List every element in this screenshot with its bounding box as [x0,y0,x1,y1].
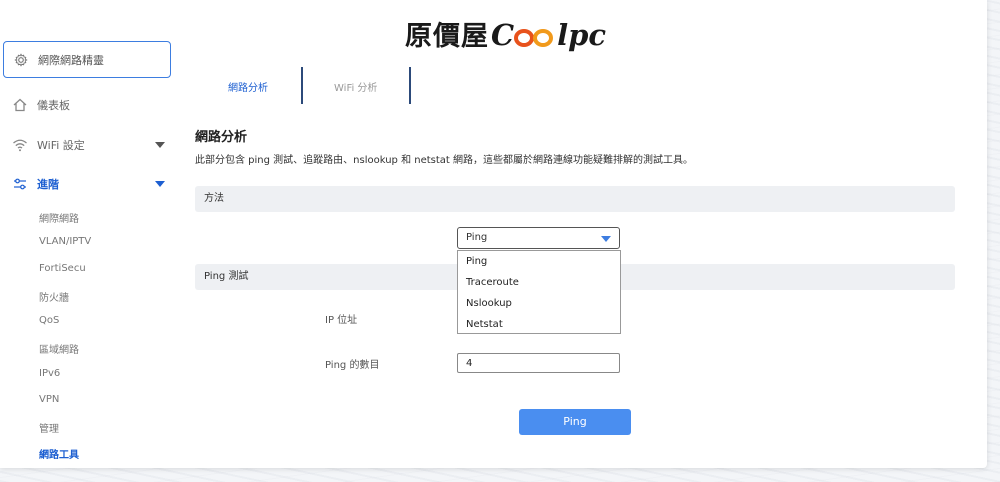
sidebar-subitem-fortisecu[interactable]: FortiSecu [39,263,86,279]
sidebar-subitem-lan[interactable]: 區域網路 [39,341,79,357]
logo-latin-suffix: lpc [557,18,607,52]
gear-icon [14,52,28,67]
tab-divider [301,67,303,104]
method-option-traceroute[interactable]: Traceroute [458,272,620,293]
page-title: 網路分析 [195,130,248,145]
method-select-value: Ping [466,232,488,243]
sidebar-subitem-admin[interactable]: 管理 [39,420,59,436]
sidebar-item-wifi-settings[interactable]: WiFi 設定 [0,134,180,156]
tab-divider [409,67,411,104]
ping-count-field[interactable] [457,353,620,373]
method-section-header: 方法 [195,186,955,212]
chevron-down-icon [601,236,611,242]
sidebar-item-advanced[interactable]: 進階 [0,173,180,195]
sidebar: 網際網路精靈 儀表板 WiFi 設定 進階 網際網路 VLAN/IPTV For… [0,0,180,468]
chevron-down-icon [155,142,165,148]
sliders-icon [14,178,26,190]
home-icon [13,98,27,112]
sidebar-subitem-qos[interactable]: QoS [39,315,59,331]
sidebar-item-dashboard[interactable]: 儀表板 [0,94,180,116]
sidebar-item-advanced-label: 進階 [37,178,59,191]
internet-wizard-label: 網際網路精靈 [38,53,104,67]
method-option-ping[interactable]: Ping [458,251,620,272]
internet-wizard-button[interactable]: 網際網路精靈 [3,41,171,78]
logo-latin-prefix: C [491,18,515,52]
logo-loop-icon [514,29,554,47]
method-option-netstat[interactable]: Netstat [458,314,620,335]
chevron-down-icon [155,181,165,187]
method-option-nslookup[interactable]: Nslookup [458,293,620,314]
sidebar-item-dashboard-label: 儀表板 [37,99,70,112]
sidebar-subitem-network-tools[interactable]: 網路工具 [39,446,79,462]
sidebar-subitem-vlan-iptv[interactable]: VLAN/IPTV [39,236,91,252]
logo-cjk-text: 原價屋 [405,21,489,52]
coolpc-logo: 原價屋 C lpc [405,14,606,53]
ping-count-label: Ping 的數目 [325,360,380,371]
tab-wifi-analysis[interactable]: WiFi 分析 [334,79,377,99]
ip-address-label: IP 位址 [325,315,358,326]
method-dropdown-menu: Ping Traceroute Nslookup Netstat [457,250,621,334]
sidebar-subitem-vpn[interactable]: VPN [39,394,59,410]
method-select[interactable]: Ping [457,227,620,249]
main-panel: 原價屋 C lpc 網際網路精靈 儀表板 WiFi 設定 進階 網際網路 VLA… [0,0,987,468]
wifi-icon [13,139,27,152]
sidebar-item-wifi-settings-label: WiFi 設定 [37,139,85,152]
sidebar-subitem-ipv6[interactable]: IPv6 [39,368,60,384]
sidebar-subitem-firewall[interactable]: 防火牆 [39,289,69,305]
ping-button[interactable]: Ping [519,409,631,435]
tab-network-analysis[interactable]: 網路分析 [228,79,268,99]
sidebar-subitem-internet[interactable]: 網際網路 [39,210,79,226]
page-description: 此部分包含 ping 測試、追蹤路由、nslookup 和 netstat 網路… [195,155,694,166]
